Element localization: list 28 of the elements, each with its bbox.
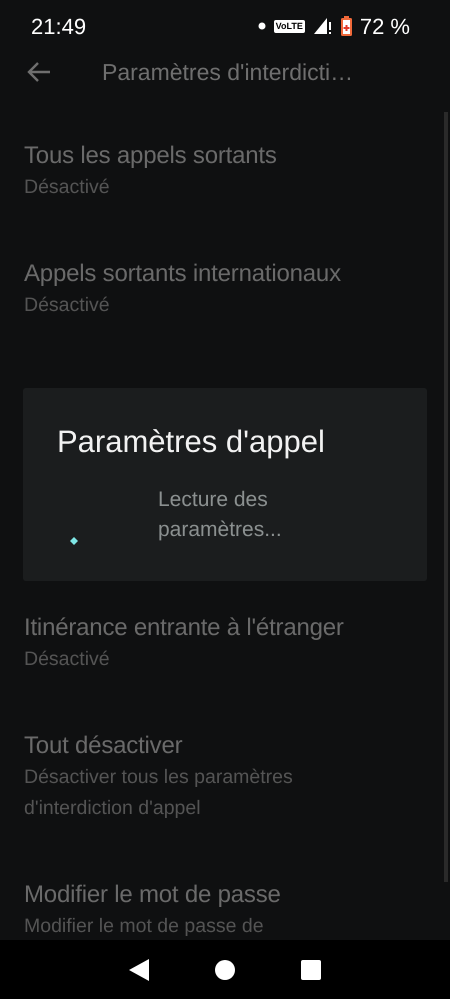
back-icon[interactable] (128, 958, 150, 982)
settings-item[interactable]: Tout désactiver Désactiver tous les paramètres d'interdiction d'appel (24, 712, 450, 861)
home-icon[interactable] (214, 958, 236, 980)
dialog-message: Lecture des paramètres... (158, 487, 283, 543)
notification-dot-icon (258, 22, 266, 30)
clock: 21:49 (31, 12, 86, 40)
item-title: Appels sortants internationaux (24, 259, 342, 289)
settings-item[interactable]: Tous les appels sortants Désactivé (24, 122, 450, 240)
item-summary: Désactivé (24, 293, 111, 318)
recents-icon[interactable] (300, 958, 322, 980)
screen-title: Paramètres d'interdicti… (102, 58, 354, 87)
item-title: Modifier le mot de passe (24, 880, 282, 910)
item-summary: Désactivé (24, 175, 111, 200)
item-summary: Désactiver tous les paramètres d'interdiction d'appel (24, 765, 294, 821)
settings-item[interactable]: Modifier le mot de passe Modifier le mot de passe de (24, 861, 450, 940)
item-title: Tout désactiver (24, 731, 184, 761)
item-summary: Modifier le mot de passe de (24, 914, 265, 939)
item-title: Tous les appels sortants (24, 141, 278, 171)
spinner-icon (70, 537, 78, 545)
dialog-title: Paramètres d'appel (57, 423, 326, 461)
item-summary: Désactivé (24, 647, 111, 672)
settings-item[interactable]: Appels sortants internationaux Désactivé (24, 240, 450, 358)
network-badge: VoLTE (274, 20, 305, 32)
signal-icon (312, 17, 333, 35)
battery-level: 72 % (360, 12, 410, 40)
battery-icon (340, 16, 352, 36)
item-title: Itinérance entrante à l'étranger (24, 613, 345, 643)
settings-item[interactable]: Itinérance entrante à l'étranger Désactivé (24, 594, 450, 712)
